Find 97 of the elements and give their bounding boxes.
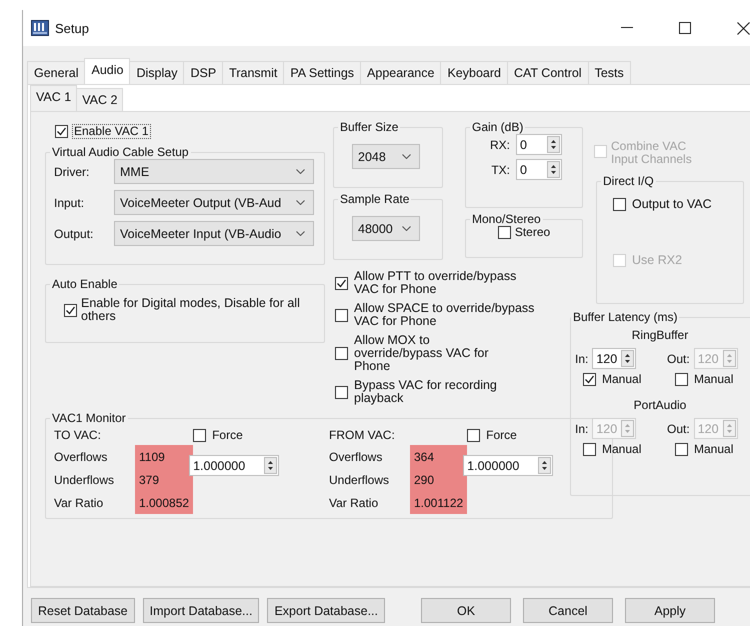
checkbox[interactable] [335,347,348,360]
field-label: TX: [491,162,510,176]
stat-label: Underflows [54,472,116,486]
button[interactable]: Cancel [523,598,613,623]
tab[interactable]: VAC 2 [76,88,124,111]
field-label: RX: [490,138,510,152]
checkbox[interactable] [335,276,348,290]
stat-value: 1.000852 [135,491,194,514]
dropdown[interactable]: VoiceMeeter Output (VB-Aud [114,190,314,215]
stat-value: 1109 [135,445,194,468]
group-title: Virtual Audio Cable Setup [51,145,190,159]
field-label: In: [575,352,588,366]
number-spinner[interactable]: 0 [516,134,562,155]
checkbox[interactable] [613,198,626,210]
group-title: Direct I/Q [602,174,655,188]
number-spinner[interactable]: 1.000000 [463,455,554,476]
field-label: Out: [667,352,690,366]
group-title: Auto Enable [51,277,118,291]
button[interactable]: Apply [625,598,715,623]
button[interactable]: Import Database... [142,598,260,623]
checkbox[interactable] [498,226,511,239]
spin-arrows-icon[interactable] [264,457,278,474]
button[interactable]: OK [421,598,511,623]
tab[interactable]: General [27,61,86,84]
checkbox-label: Manual [602,443,642,456]
checkbox[interactable] [55,125,68,138]
chevron-icon [402,226,411,231]
section-heading: RingBuffer [632,328,688,342]
field-label: In: [575,422,588,436]
tab[interactable]: Tests [588,61,631,84]
stat-value: 290 [410,468,468,491]
checkbox[interactable] [64,304,77,317]
close-icon[interactable] [737,22,750,34]
section-heading: TO VAC: [54,428,102,442]
checkbox-label: Bypass VAC for recording playback [354,379,498,405]
checkbox-label: Manual [602,373,642,386]
group-title: VAC1 Monitor [51,411,127,425]
checkbox-label: Enable VAC 1 [72,124,150,139]
field-label: Output: [54,226,94,240]
section-heading: PortAudio [634,398,686,412]
chevron-icon [296,169,305,174]
dropdown[interactable]: 48000 [352,216,420,241]
checkbox[interactable] [467,428,480,442]
group-title: Buffer Latency (ms) [572,310,678,324]
tab[interactable]: VAC 1 [30,85,78,111]
stat-value: 364 [410,445,468,468]
spin-arrows-icon[interactable] [547,136,560,153]
tab[interactable]: Audio [84,58,130,84]
section-heading: FROM VAC: [329,428,396,442]
stat-label: Underflows [329,472,390,486]
chevron-icon [296,231,305,236]
group-title: Gain (dB) [471,120,524,134]
checkbox-label: Combine VAC Input Channels [611,140,693,166]
checkbox-label: Allow PTT to override/bypass VAC for Phone [354,270,518,296]
stat-value: 1.001122 [410,491,468,514]
group-title: Mono/Stereo [471,212,542,226]
chevron-icon [296,200,305,205]
spin-arrows-icon[interactable] [538,457,552,474]
app-icon [31,20,49,36]
stat-label: Overflows [329,450,384,464]
number-spinner[interactable]: 0 [516,159,562,180]
checkbox[interactable] [583,373,596,386]
spin-arrows-icon[interactable] [547,161,560,178]
checkbox[interactable] [335,308,348,322]
window-title: Setup [55,20,89,36]
dropdown[interactable]: MME [114,159,314,184]
checkbox-label: Allow SPACE to override/bypass VAC for Phone [354,302,536,328]
checkbox-label: Manual [694,443,734,456]
field-label: Input: [54,196,86,210]
stat-label: Var Ratio [329,496,380,510]
checkbox[interactable] [335,386,348,398]
chevron-icon [402,154,411,159]
group-title: Sample Rate [339,192,410,206]
checkbox-label: Force [212,428,243,442]
number-spinner[interactable]: 1.000000 [189,455,280,476]
dropdown[interactable]: 2048 [352,144,420,169]
checkbox-label: Force [486,428,517,442]
field-label: Out: [667,422,690,436]
checkbox-label: Enable for Digital modes, Disable for all others [81,297,301,323]
checkbox-label: Output to VAC [632,198,712,210]
stat-value: 379 [135,468,194,491]
minimize-icon[interactable] [621,27,633,29]
dropdown[interactable]: VoiceMeeter Input (VB-Audio [114,221,314,246]
checkbox[interactable] [193,428,206,442]
maximize-icon[interactable] [679,22,691,34]
button[interactable]: Reset Database [31,598,135,623]
field-label: Driver: [54,164,90,178]
number-spinner[interactable]: 120 [592,348,636,369]
group-title: Buffer Size [339,120,400,134]
checkbox-label: Stereo [514,226,550,239]
spin-arrows-icon[interactable] [621,350,634,367]
stat-label: Var Ratio [54,496,104,510]
stat-label: Overflows [54,450,108,464]
button[interactable]: Export Database... [267,598,385,623]
checkbox-label: Allow MOX to override/bypass VAC for Phone [354,334,490,373]
checkbox-label: Manual [694,373,734,386]
checkbox-label: Use RX2 [632,254,682,266]
